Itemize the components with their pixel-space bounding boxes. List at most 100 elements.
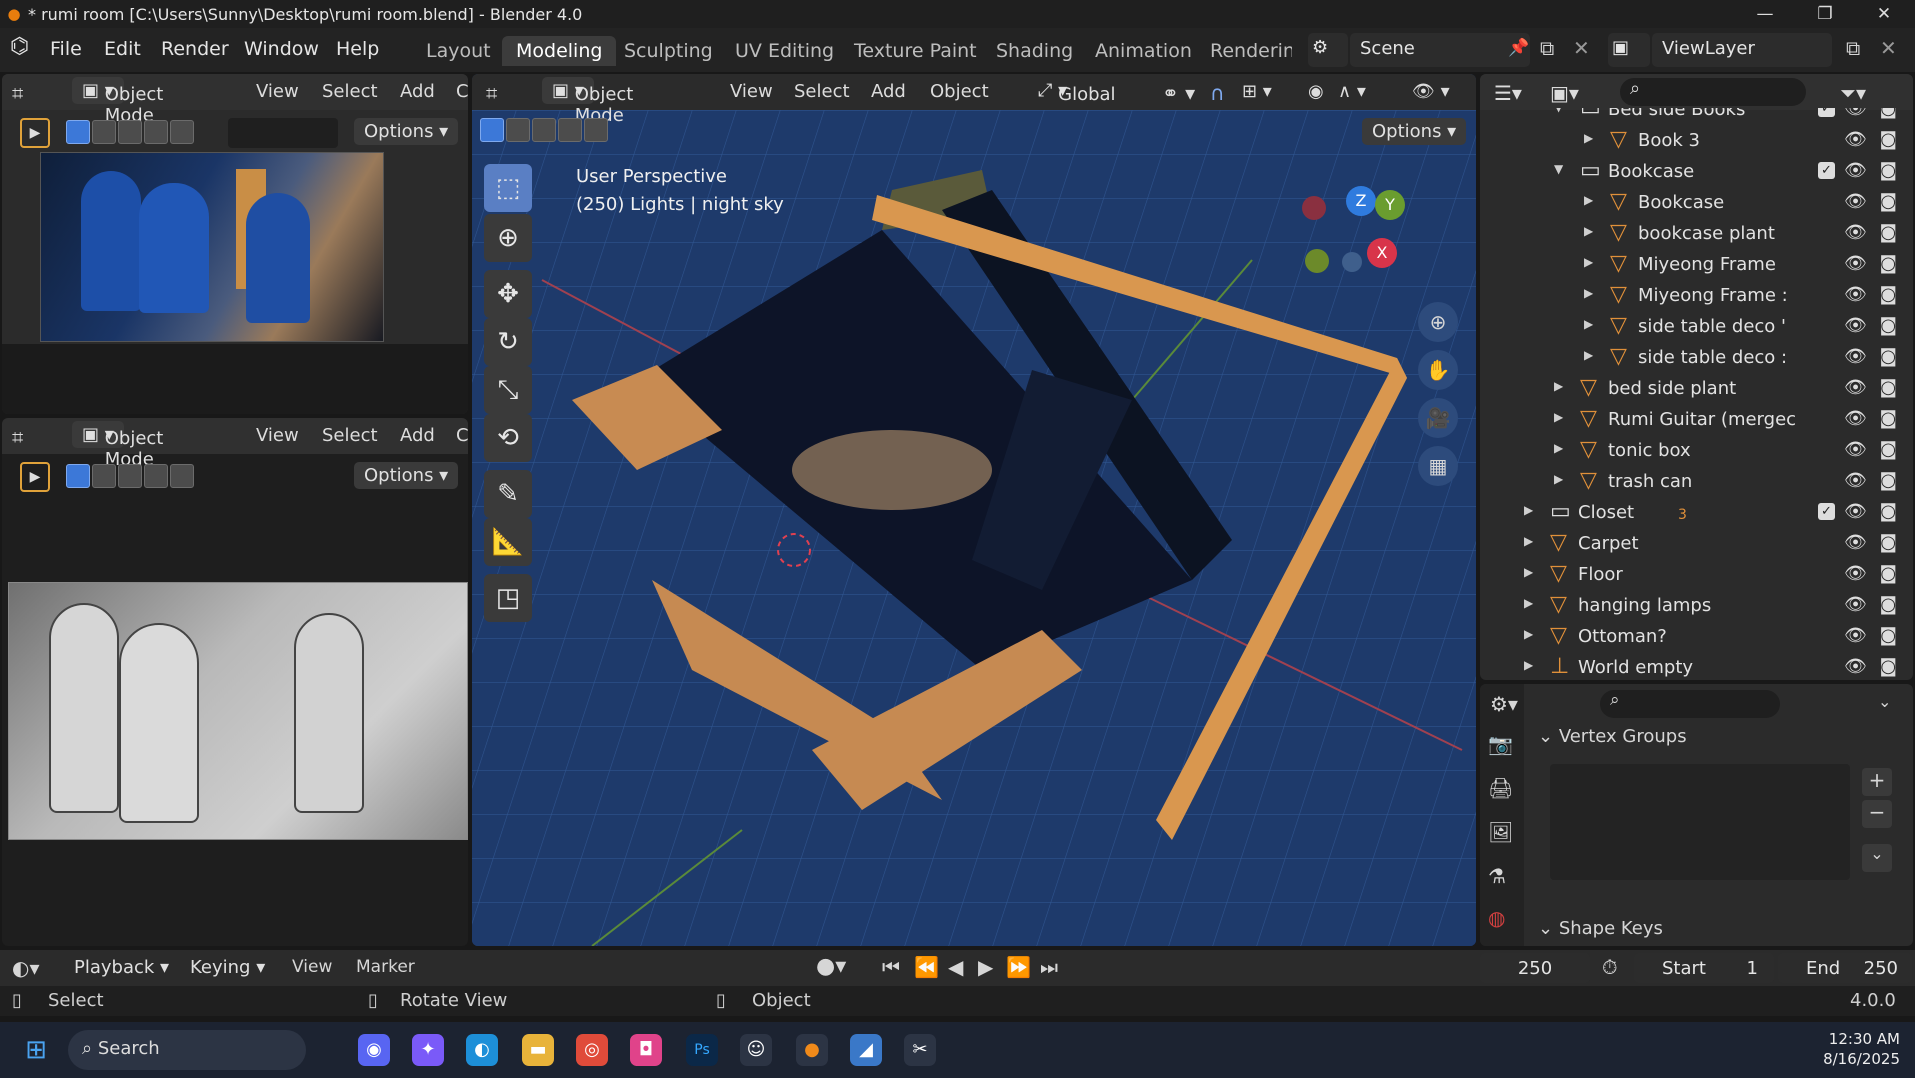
taskbar-search-input[interactable]: ⌕ Search <box>68 1030 306 1070</box>
minimize-button[interactable]: — <box>1737 0 1793 28</box>
outliner-row[interactable]: ▶ ▽ Miyeong Frame 👁 ◙ <box>1480 249 1913 280</box>
discord-icon[interactable]: ◉ <box>358 1034 390 1066</box>
expand-arrow-icon[interactable]: ▶ <box>1584 224 1593 238</box>
gizmo-x-axis[interactable]: X <box>1367 238 1397 268</box>
editor-type-icon[interactable]: ⌗ <box>12 81 23 105</box>
expand-arrow-icon[interactable]: ▶ <box>1554 441 1563 455</box>
output-tab-icon[interactable]: 🖨 <box>1488 776 1513 800</box>
visibility-icon[interactable]: 👁 ▾ <box>1412 81 1450 102</box>
visibility-eye-icon[interactable]: 👁 <box>1844 501 1867 522</box>
transform-tool[interactable]: ⟲ <box>484 414 532 462</box>
render-camera-icon[interactable]: ◙ <box>1880 656 1897 677</box>
edge-icon[interactable]: ◐ <box>466 1034 498 1066</box>
add-menu[interactable]: Add <box>400 425 435 446</box>
gizmo-z-axis[interactable]: Z <box>1346 186 1376 216</box>
visibility-eye-icon[interactable]: 👁 <box>1844 315 1867 336</box>
expand-arrow-icon[interactable]: ▶ <box>1584 193 1593 207</box>
outliner-row[interactable]: ▶ ▽ Floor 👁 ◙ <box>1480 559 1913 590</box>
display-mode-icon[interactable]: ▣▾ <box>1550 81 1579 105</box>
select-mode-buttons[interactable] <box>66 120 194 144</box>
visibility-eye-icon[interactable]: 👁 <box>1844 222 1867 243</box>
delete-scene-icon[interactable]: ✕ <box>1573 36 1590 60</box>
delete-view-layer-icon[interactable]: ✕ <box>1880 36 1897 60</box>
outliner-row[interactable]: ▶ ▽ Book 3 👁 ◙ <box>1480 125 1913 156</box>
visibility-eye-icon[interactable]: 👁 <box>1844 532 1867 553</box>
viewport-select-menu[interactable]: Select <box>794 81 850 102</box>
mode-dropdown[interactable]: ▣ Object Mode ▾ <box>72 421 163 470</box>
pin-icon[interactable]: 📌 <box>1508 38 1529 58</box>
collapse-arrow-icon[interactable]: ▼ <box>1554 108 1563 114</box>
expand-arrow-icon[interactable]: ▶ <box>1524 627 1533 641</box>
expand-arrow-icon[interactable]: ▶ <box>1554 472 1563 486</box>
render-camera-icon[interactable]: ◙ <box>1880 563 1897 584</box>
stopwatch-icon[interactable]: ⏱ <box>1602 955 1618 979</box>
chevron-down-icon[interactable]: ⌄ <box>1878 692 1891 711</box>
outliner-row[interactable]: ▶ ▽ Carpet 👁 ◙ <box>1480 528 1913 559</box>
gizmo-neg-x[interactable] <box>1302 196 1326 220</box>
select-mode-buttons[interactable] <box>66 464 194 488</box>
pivot-point-icon[interactable]: ⚭ ▾ <box>1162 81 1195 105</box>
scene-name-field[interactable]: Scene <box>1350 33 1530 67</box>
outliner-row[interactable]: ▶ ▽ Miyeong Frame : 👁 ◙ <box>1480 280 1913 311</box>
outliner-row[interactable]: ▶ ▽ Rumi Guitar (mergec 👁 ◙ <box>1480 404 1913 435</box>
viewport-options-dropdown[interactable]: Options ▾ <box>1362 118 1467 145</box>
new-scene-icon[interactable]: ⧉ <box>1540 36 1554 60</box>
visibility-eye-icon[interactable]: 👁 <box>1844 284 1867 305</box>
outliner-row[interactable]: ▶ ▽ tonic box 👁 ◙ <box>1480 435 1913 466</box>
render-camera-icon[interactable]: ◙ <box>1880 108 1897 119</box>
blender-menu-icon[interactable]: ⌬ <box>10 34 29 59</box>
new-view-layer-icon[interactable]: ⧉ <box>1846 36 1860 60</box>
exclude-checkbox[interactable]: ✓ <box>1818 503 1835 520</box>
gizmo-y-axis[interactable]: Y <box>1375 190 1405 220</box>
github-icon[interactable]: ☺ <box>740 1034 772 1066</box>
visibility-eye-icon[interactable]: 👁 <box>1844 439 1867 460</box>
visibility-eye-icon[interactable]: 👁 <box>1844 108 1867 119</box>
render-camera-icon[interactable]: ◙ <box>1880 625 1897 646</box>
render-camera-icon[interactable]: ◙ <box>1880 408 1897 429</box>
vertex-groups-header[interactable]: ⌄ Vertex Groups <box>1538 726 1908 756</box>
select-menu[interactable]: Select <box>322 81 378 102</box>
gizmo-neg-z[interactable] <box>1342 252 1362 272</box>
scene-tab-icon[interactable]: ⚗ <box>1488 864 1506 888</box>
outliner-row[interactable]: ▶ ▽ side table deco : 👁 ◙ <box>1480 342 1913 373</box>
visibility-eye-icon[interactable]: 👁 <box>1844 408 1867 429</box>
properties-search-input[interactable]: ⌕ <box>1600 690 1780 718</box>
options-dropdown[interactable]: Options ▾ <box>354 118 459 145</box>
tab-rendering[interactable]: Rendering <box>1196 36 1292 66</box>
visibility-eye-icon[interactable]: 👁 <box>1844 594 1867 615</box>
render-camera-icon[interactable]: ◙ <box>1880 191 1897 212</box>
outliner-row[interactable]: ▶ ▽ side table deco ' 👁 ◙ <box>1480 311 1913 342</box>
world-tab-icon[interactable]: ◍ <box>1488 906 1505 930</box>
visibility-eye-icon[interactable]: 👁 <box>1844 191 1867 212</box>
paint-app-icon[interactable]: ◢ <box>850 1034 882 1066</box>
prev-keyframe-icon[interactable]: ⏪ <box>914 955 939 979</box>
select-box-tool[interactable]: ⬚ <box>484 164 532 212</box>
copilot-icon[interactable]: ✦ <box>412 1034 444 1066</box>
editor-type-icon[interactable]: ⚙▾ <box>1490 692 1518 716</box>
shape-keys-header[interactable]: ⌄ Shape Keys <box>1538 918 1908 946</box>
expand-arrow-icon[interactable]: ▶ <box>1524 503 1533 517</box>
render-camera-icon[interactable]: ◙ <box>1880 346 1897 367</box>
measure-tool[interactable]: 📐 <box>484 518 532 566</box>
expand-arrow-icon[interactable]: ▶ <box>1524 596 1533 610</box>
tab-modeling[interactable]: Modeling <box>502 36 617 66</box>
expand-arrow-icon[interactable]: ▶ <box>1584 131 1593 145</box>
select-menu[interactable]: Select <box>322 425 378 446</box>
end-frame-field[interactable]: End 250 <box>1778 953 1912 983</box>
add-group-button[interactable]: + <box>1862 768 1892 796</box>
expand-arrow-icon[interactable]: ▶ <box>1584 317 1593 331</box>
viewport-object-menu[interactable]: Object <box>930 81 989 102</box>
zoom-icon[interactable]: ⊕ <box>1418 302 1458 342</box>
remove-group-button[interactable]: − <box>1862 800 1892 828</box>
gizmo-neg-y[interactable] <box>1305 249 1329 273</box>
render-camera-icon[interactable]: ◙ <box>1880 253 1897 274</box>
photoshop-icon[interactable]: Ps <box>686 1034 718 1066</box>
keying-dropdown[interactable]: Keying ▾ <box>180 954 275 981</box>
viewport-view-menu[interactable]: View <box>730 81 773 102</box>
view-menu[interactable]: View <box>256 81 299 102</box>
scale-tool[interactable]: ⤡ <box>484 366 532 414</box>
outliner-search-input[interactable]: ⌕ <box>1620 78 1806 106</box>
expand-arrow-icon[interactable]: ▶ <box>1524 534 1533 548</box>
editor-type-icon[interactable]: ◐▾ <box>12 956 40 980</box>
object-menu-truncated[interactable]: C <box>456 425 468 446</box>
